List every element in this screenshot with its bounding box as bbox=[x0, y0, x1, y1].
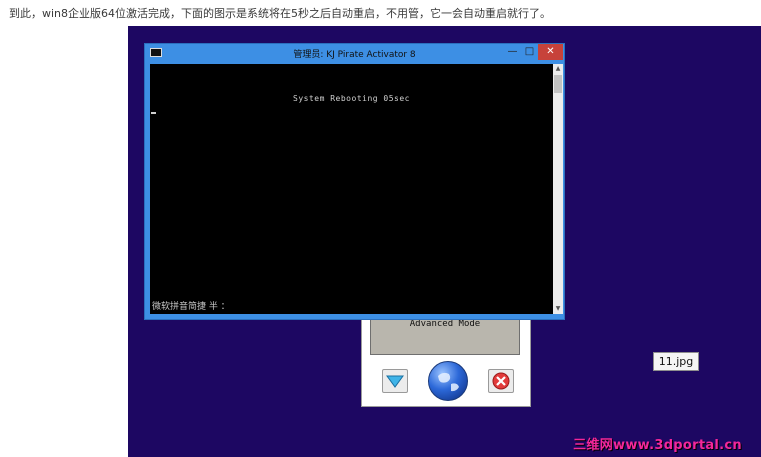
globe-button[interactable] bbox=[428, 361, 468, 401]
file-name-label: 11.jpg bbox=[653, 352, 699, 371]
desktop-screenshot: Advanced Mode 管理员: KJ Pirate Activator 8… bbox=[128, 26, 761, 457]
mode-display: Advanced Mode bbox=[370, 315, 520, 355]
minimize-button[interactable]: — bbox=[504, 44, 521, 60]
vertical-scrollbar[interactable]: ▲ ▼ bbox=[553, 64, 563, 314]
close-button[interactable]: ✕ bbox=[538, 44, 563, 60]
console-window: 管理员: KJ Pirate Activator 8 — □ ✕ System … bbox=[144, 43, 565, 320]
scrollbar-thumb[interactable] bbox=[554, 75, 562, 93]
site-watermark: 三维网www.3dportal.cn bbox=[573, 438, 742, 453]
scroll-up-arrow-icon[interactable]: ▲ bbox=[553, 64, 563, 74]
ime-status: 微软拼音简捷 半 ： bbox=[152, 302, 230, 312]
reboot-message: System Rebooting 05sec bbox=[293, 94, 410, 103]
text-cursor bbox=[151, 112, 156, 114]
console-titlebar[interactable]: 管理员: KJ Pirate Activator 8 — □ ✕ bbox=[145, 44, 564, 62]
mode-label: Advanced Mode bbox=[409, 319, 481, 329]
console-title: 管理员: KJ Pirate Activator 8 bbox=[293, 50, 416, 60]
close-icon bbox=[492, 372, 510, 390]
maximize-button[interactable]: □ bbox=[521, 44, 538, 60]
scroll-down-arrow-icon[interactable]: ▼ bbox=[553, 304, 563, 314]
maximize-icon: □ bbox=[524, 46, 535, 57]
down-arrow-button[interactable] bbox=[382, 369, 408, 393]
down-arrow-icon bbox=[386, 375, 404, 388]
minimize-icon: — bbox=[507, 46, 518, 57]
console-output[interactable]: System Rebooting 05sec 微软拼音简捷 半 ： bbox=[150, 64, 553, 314]
close-icon: ✕ bbox=[546, 46, 555, 57]
exit-button[interactable] bbox=[488, 369, 514, 393]
globe-icon bbox=[438, 372, 459, 392]
article-caption: 到此，win8企业版64位激活完成，下面的图示是系统将在5秒之后自动重启，不用管… bbox=[9, 7, 552, 20]
